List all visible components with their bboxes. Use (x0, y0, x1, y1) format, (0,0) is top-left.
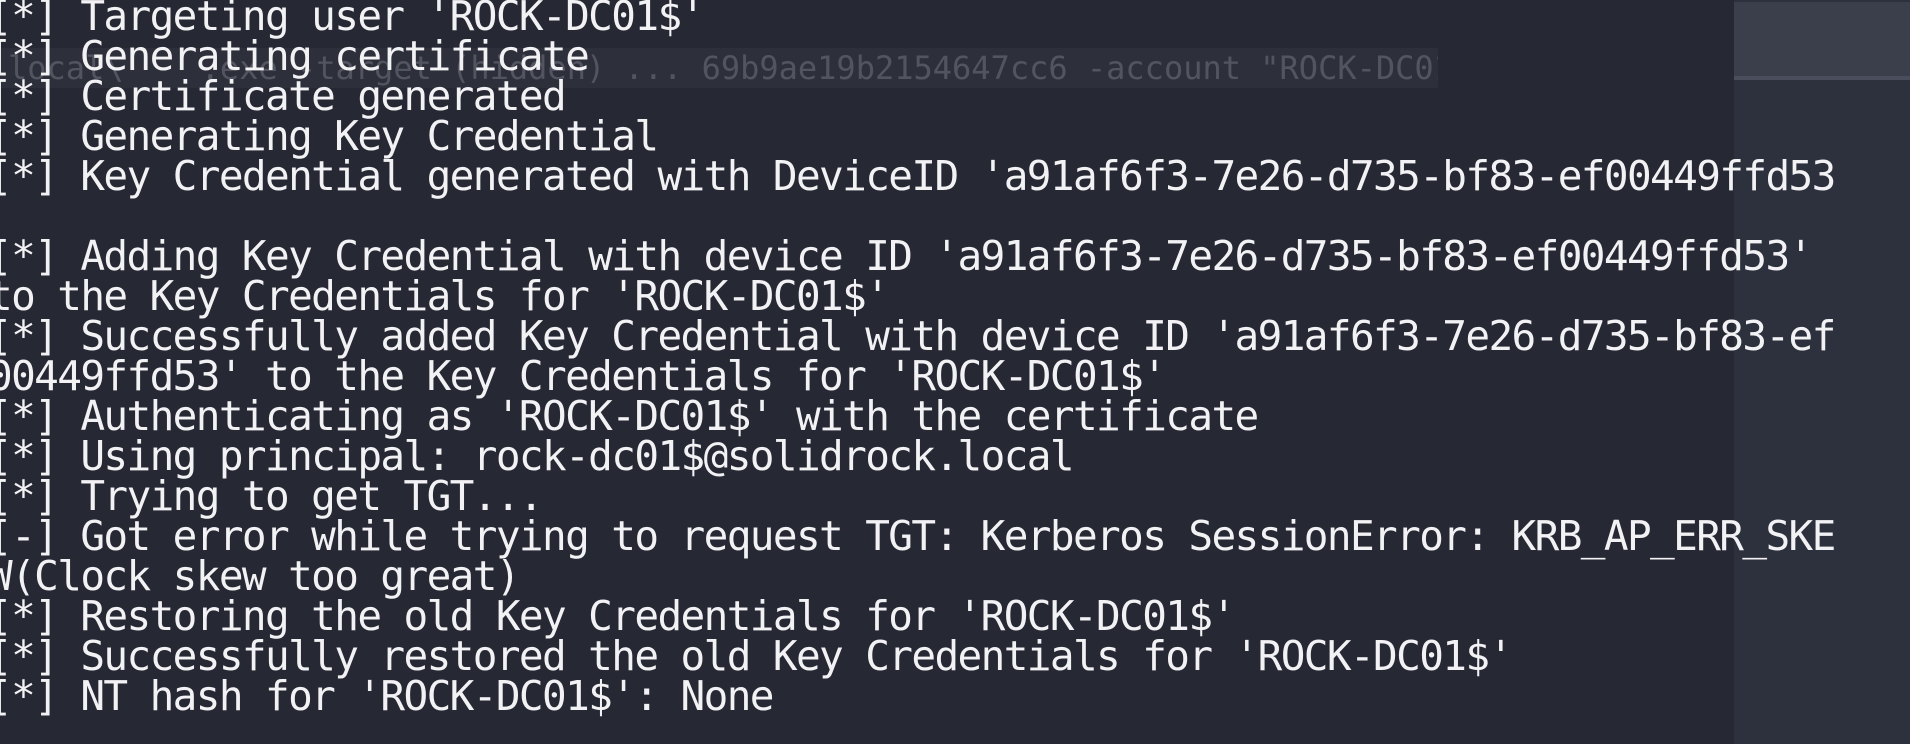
terminal-output[interactable]: [*] Targeting user 'ROCK-DC01$' [*] Gene… (0, 0, 1910, 744)
output-line: [*] Certificate generated (0, 72, 567, 120)
output-line: [*] Targeting user 'ROCK-DC01$' (0, 0, 705, 40)
output-line: [*] Generating Key Credential (0, 112, 659, 160)
output-line: [*] Adding Key Credential with device ID… (0, 232, 1813, 280)
output-line: [*] Successfully added Key Credential wi… (0, 312, 1836, 360)
output-line: to the Key Credentials for 'ROCK-DC01$' (0, 272, 890, 320)
output-line: [*] Generating certificate (0, 32, 590, 80)
output-line: [*] Key Credential generated with Device… (0, 152, 1836, 200)
output-line: [*] Successfully restored the old Key Cr… (0, 632, 1513, 680)
output-line: [*] Authenticating as 'ROCK-DC01$' with … (0, 392, 1259, 440)
output-line: [-] Got error while trying to request TG… (0, 512, 1836, 560)
output-line: [*] NT hash for 'ROCK-DC01$': None (0, 672, 774, 720)
output-line: [*] Trying to get TGT... (0, 472, 544, 520)
output-line: 00449ffd53' to the Key Credentials for '… (0, 352, 1167, 400)
output-line: [*] Using principal: rock-dc01$@solidroc… (0, 432, 1075, 480)
output-line: W(Clock skew too great) (0, 552, 521, 600)
output-line: [*] Restoring the old Key Credentials fo… (0, 592, 1236, 640)
terminal-window[interactable]: local\ .exe -target (hidden) ... 69b9ae1… (0, 0, 1910, 744)
